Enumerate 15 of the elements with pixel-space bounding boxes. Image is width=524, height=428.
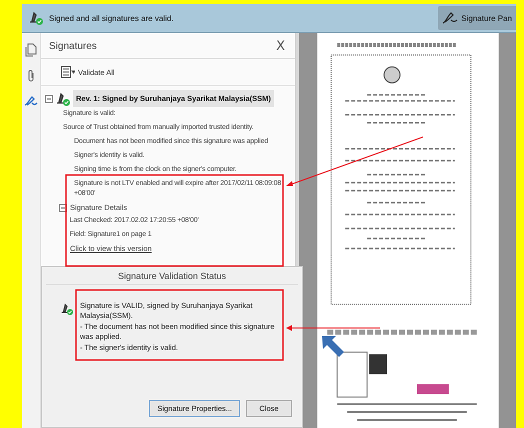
signature-panel-button[interactable]: Signature Pan: [438, 6, 516, 30]
signed-pen-icon: [60, 301, 74, 317]
dialog-title: Signature Validation Status: [117, 270, 227, 283]
signature-pen-icon[interactable]: [24, 95, 38, 107]
paperclip-icon[interactable]: [26, 69, 36, 83]
signature-pen-icon: [442, 11, 458, 25]
notification-message: Signed and all signatures are valid.: [49, 14, 175, 22]
list-menu-icon[interactable]: [61, 66, 75, 78]
signed-pen-icon: [55, 90, 71, 106]
pages-icon[interactable]: [25, 43, 37, 57]
collapse-toggle[interactable]: [45, 94, 53, 102]
close-button[interactable]: X: [276, 39, 285, 54]
pointer-arrow: [322, 336, 344, 357]
panel-title: Signatures: [49, 41, 97, 52]
signed-pen-icon: [28, 10, 44, 26]
